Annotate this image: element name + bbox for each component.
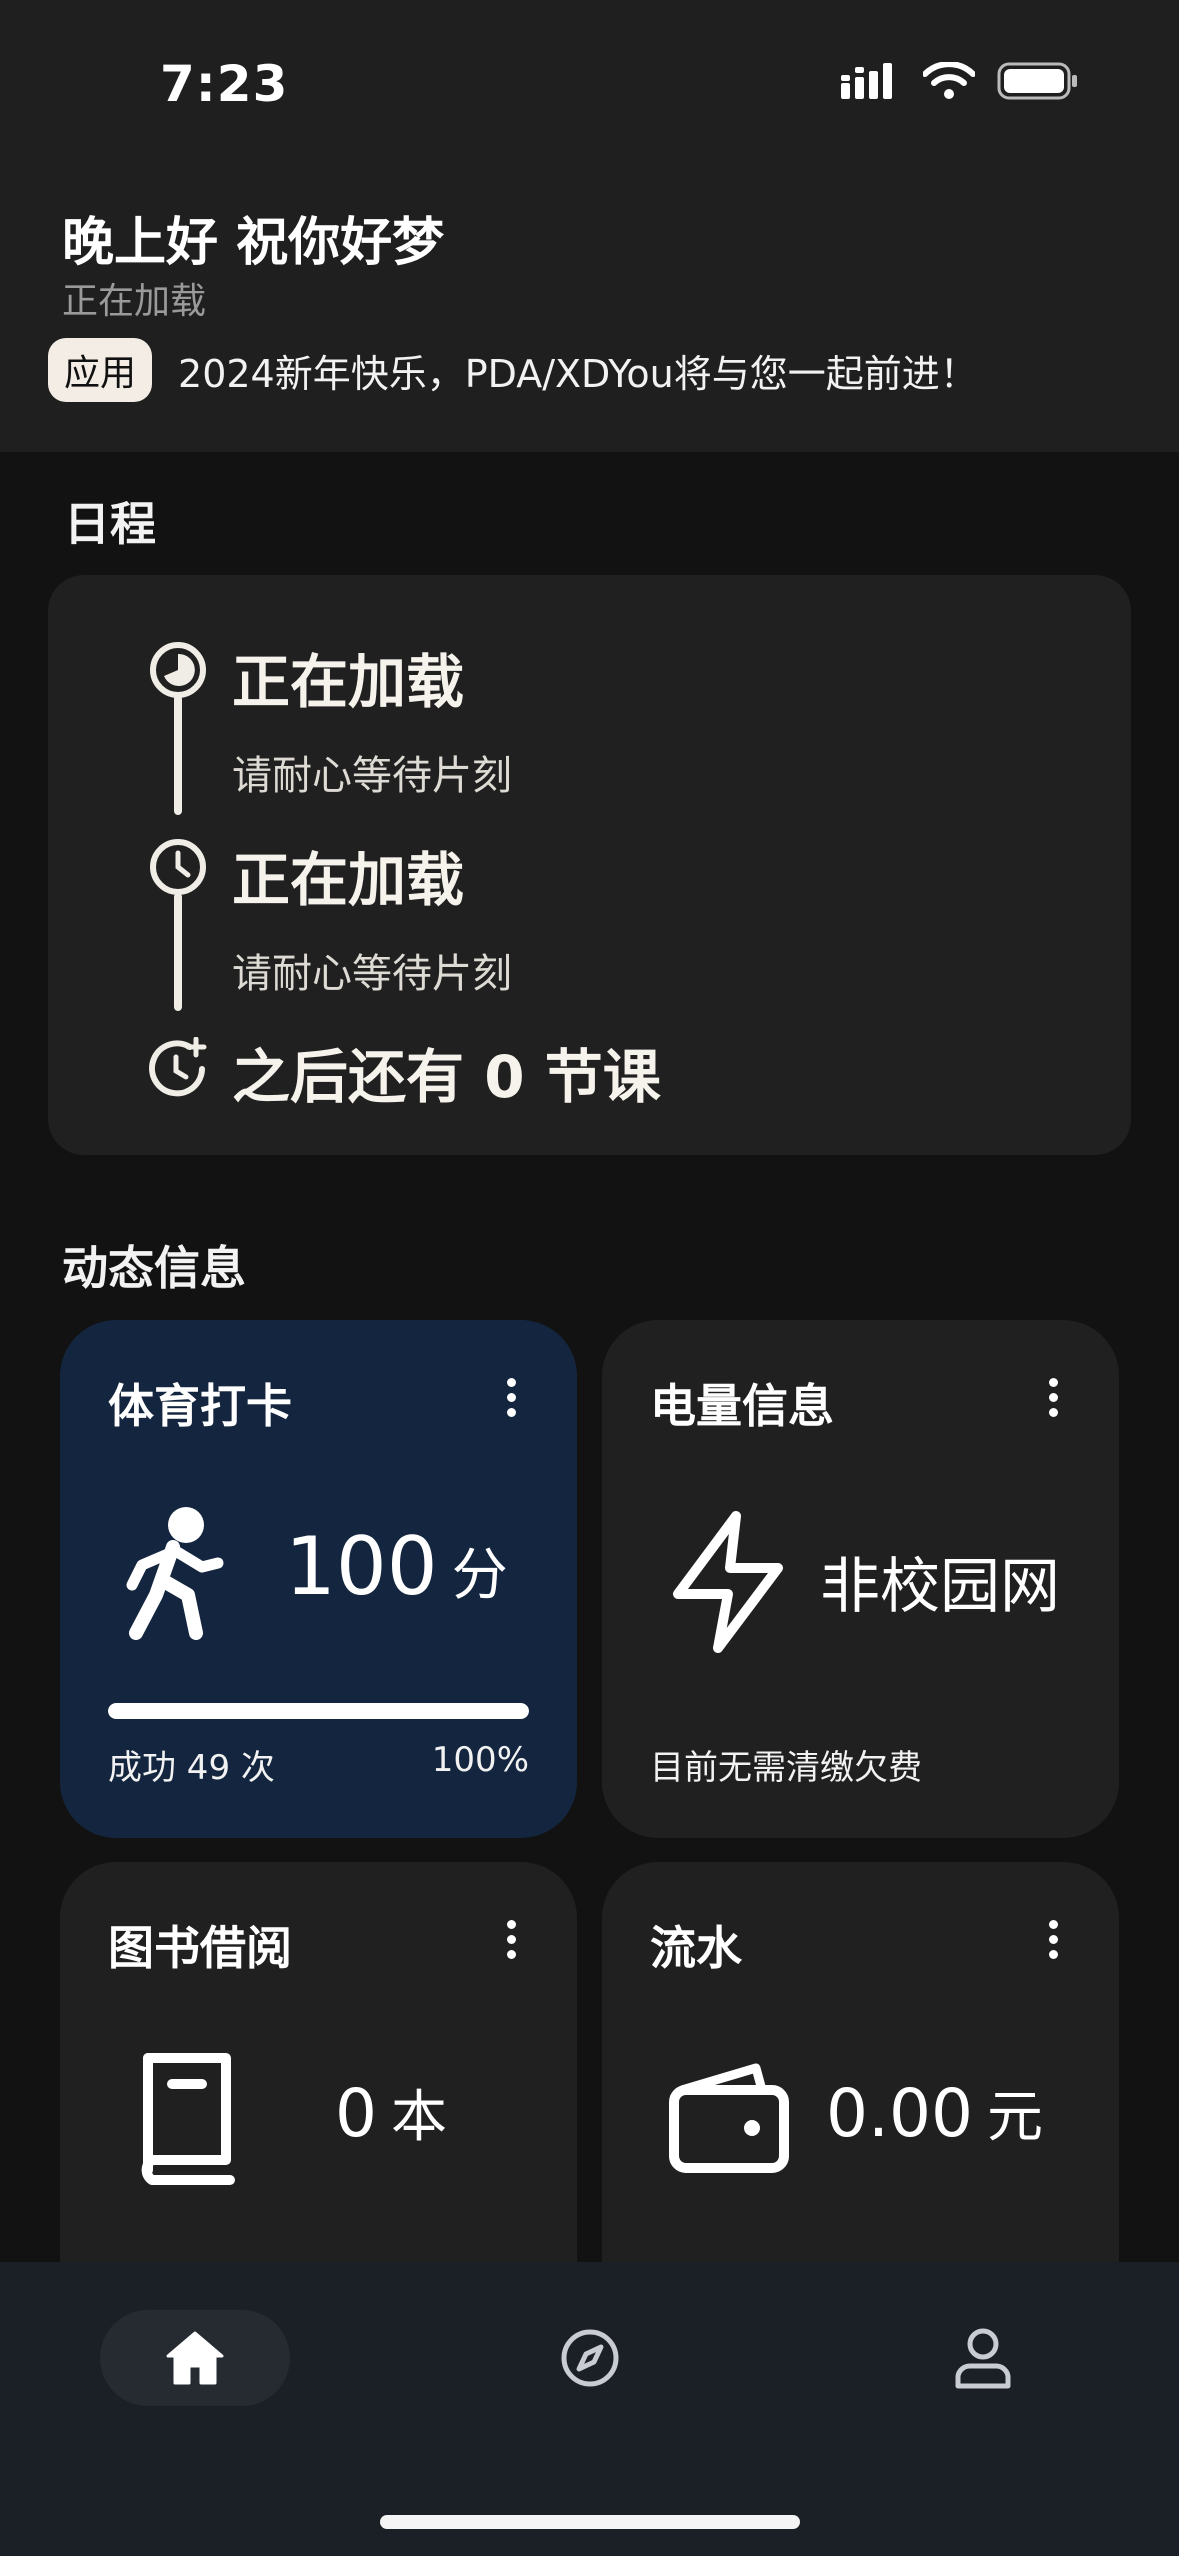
- nav-explore[interactable]: [495, 2310, 685, 2406]
- dynamic-section-title: 动态信息: [62, 1241, 246, 1295]
- electricity-footer: 目前无需清缴欠费: [650, 1748, 922, 1788]
- lightning-icon: [673, 1511, 783, 1653]
- battery-icon: [997, 62, 1077, 100]
- sports-progress-fill: [108, 1703, 529, 1719]
- sports-progress-bar: [108, 1703, 529, 1719]
- home-screen: 7:23 晚上好 祝你好梦 正在加载 应用 2024新年快乐，PDA/XDYou…: [0, 0, 1179, 2556]
- timeline-connector: [174, 893, 182, 1011]
- home-indicator: [380, 2515, 800, 2529]
- home-icon: [166, 2331, 224, 2385]
- sports-score: 100 分: [285, 1520, 508, 1613]
- status-time: 7:23: [160, 55, 289, 113]
- card-title: 流水: [650, 1921, 742, 1975]
- running-icon: [126, 1507, 224, 1640]
- schedule-item-subtitle: 请耐心等待片刻: [232, 951, 512, 997]
- greeting-subtitle: 正在加载: [62, 281, 207, 322]
- cellular-signal-icon: [841, 63, 892, 99]
- bottom-navigation: [0, 2262, 1179, 2556]
- nav-home[interactable]: [100, 2310, 290, 2406]
- sports-score-value: 100: [285, 1520, 438, 1613]
- notice-text: 2024新年快乐，PDA/XDYou将与您一起前进！: [178, 351, 978, 396]
- transactions-amount: 0.00 元: [826, 2072, 1043, 2153]
- book-icon: [141, 2053, 235, 2185]
- more-vert-icon[interactable]: [1045, 1378, 1061, 1418]
- clock-icon: [150, 839, 206, 895]
- card-title: 图书借阅: [108, 1921, 292, 1975]
- more-vert-icon[interactable]: [503, 1920, 519, 1960]
- timelapse-icon: [150, 642, 206, 698]
- schedule-card[interactable]: 正在加载 请耐心等待片刻 正在加载 请耐心等待片刻 之后还有 0 节课: [48, 575, 1131, 1155]
- sports-checkin-card[interactable]: 体育打卡 100 分 成功 49 次 100%: [60, 1320, 577, 1838]
- card-title: 电量信息: [650, 1379, 834, 1433]
- transactions-amount-unit: 元: [986, 2085, 1043, 2150]
- more-vert-icon[interactable]: [1045, 1920, 1061, 1960]
- status-icons: [841, 62, 1079, 100]
- person-icon: [955, 2328, 1011, 2389]
- schedule-section-title: 日程: [64, 497, 156, 551]
- notice-banner[interactable]: 应用 2024新年快乐，PDA/XDYou将与您一起前进！: [48, 338, 978, 402]
- library-count-unit: 本: [391, 2085, 447, 2150]
- electricity-card[interactable]: 电量信息 非校园网 目前无需清缴欠费: [602, 1320, 1119, 1838]
- header: 7:23 晚上好 祝你好梦 正在加载 应用 2024新年快乐，PDA/XDYou…: [0, 0, 1179, 452]
- card-title: 体育打卡: [108, 1379, 292, 1433]
- notice-badge: 应用: [48, 338, 153, 402]
- sports-percent: 100%: [431, 1740, 529, 1780]
- schedule-item-title: 正在加载: [232, 846, 465, 914]
- wifi-icon: [923, 62, 975, 99]
- remaining-classes: 之后还有 0 节课: [232, 1043, 661, 1111]
- wallet-icon: [669, 2063, 789, 2173]
- schedule-item-title: 正在加载: [232, 648, 465, 716]
- more-time-icon: [149, 1037, 207, 1097]
- sports-success-count: 成功 49 次: [108, 1748, 275, 1788]
- nav-profile[interactable]: [888, 2310, 1078, 2406]
- schedule-item-subtitle: 请耐心等待片刻: [232, 753, 512, 799]
- more-vert-icon[interactable]: [503, 1378, 519, 1418]
- sports-score-unit: 分: [451, 1543, 508, 1608]
- greeting-title: 晚上好 祝你好梦: [62, 213, 445, 273]
- transactions-amount-value: 0.00: [826, 2075, 973, 2152]
- timeline-connector: [174, 695, 182, 815]
- electricity-status: 非校园网: [820, 1552, 1060, 1622]
- library-count-value: 0: [335, 2075, 377, 2152]
- library-count: 0本: [335, 2072, 447, 2153]
- compass-icon: [561, 2329, 619, 2387]
